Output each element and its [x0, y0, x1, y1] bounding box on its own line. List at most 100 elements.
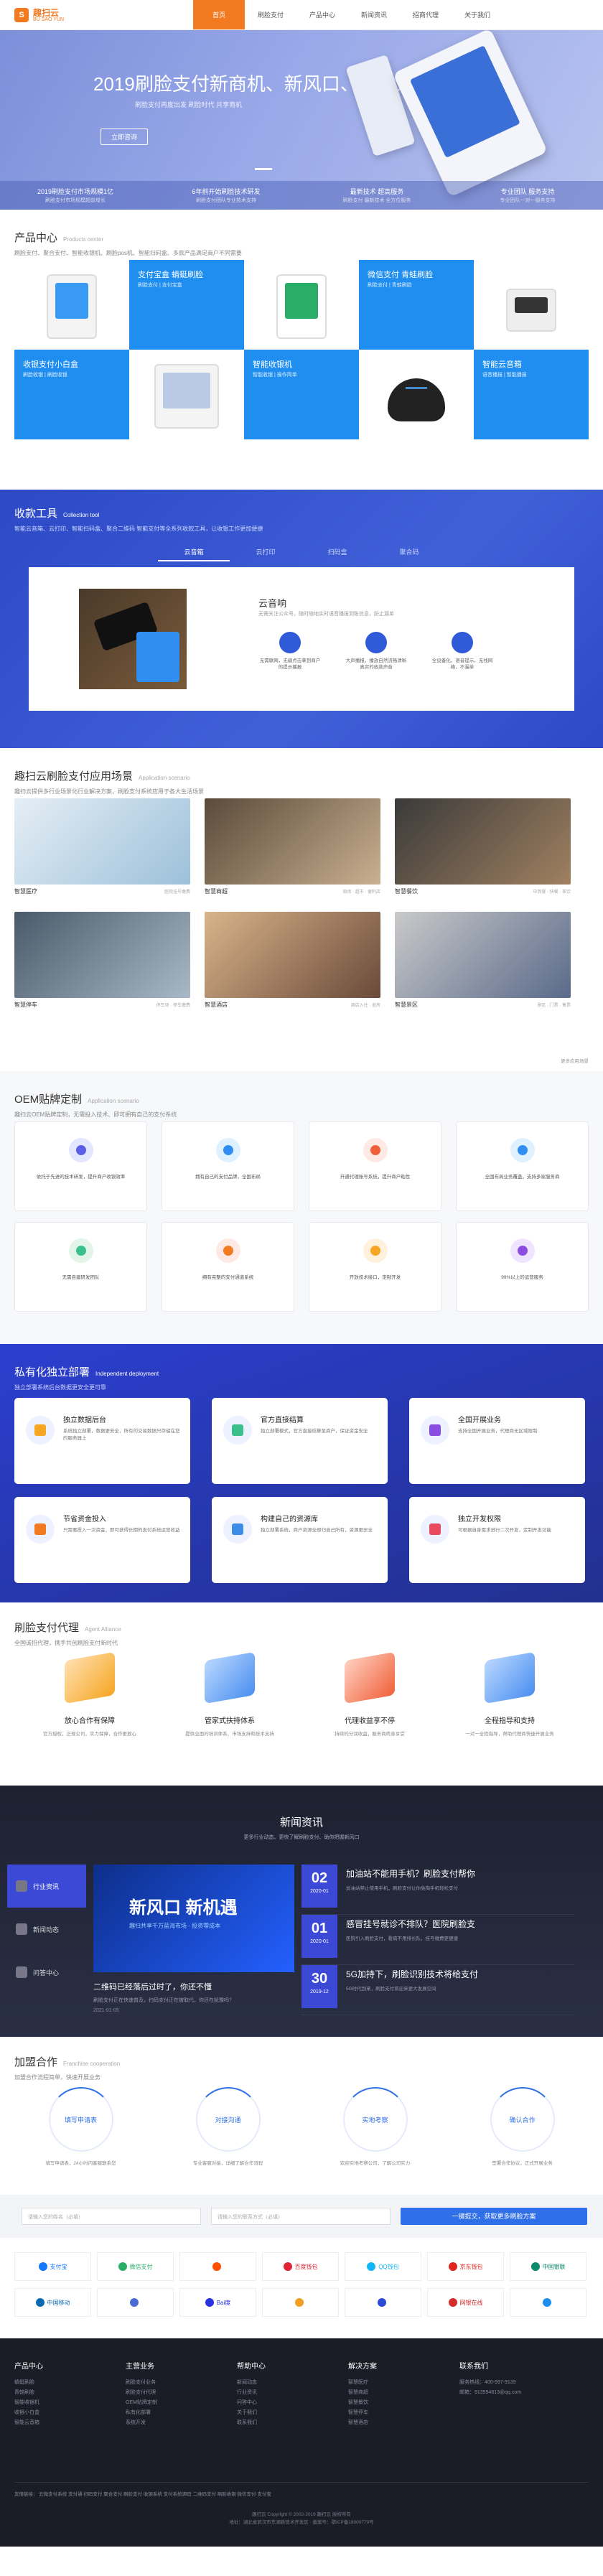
footer-link[interactable]: 收银小白盒: [14, 2408, 126, 2418]
lead-form: 请输入您的姓名（必填） 请输入您的联系方式（必填） 一键提交，获取更多刷脸方案: [0, 2195, 603, 2238]
footer-link[interactable]: OEM贴牌定制: [126, 2398, 237, 2408]
section-desc: 独立部署系统后台数据更安全更可靠: [14, 1384, 106, 1391]
tool-feature: 大声播报，播放自然流畅清晰真实的收款声音: [345, 632, 408, 671]
product-card[interactable]: [129, 350, 244, 439]
section-desc: 刷脸支付、聚合支付、智能收银机、刷脸pos机、智能扫码盒、多款产品满足商户不同需…: [14, 250, 242, 256]
section-title-en: Application scenario: [139, 775, 190, 781]
footer-link[interactable]: 蜻蜓刷脸: [14, 2378, 126, 2388]
footer-link[interactable]: 私有化部署: [126, 2408, 237, 2418]
agent-card: 全程指导和支持 一对一全程指导，帮助代理商快速开展业务: [449, 1651, 571, 1768]
footer-link[interactable]: 智慧餐饮: [348, 2398, 459, 2408]
footer-link[interactable]: 行业资讯: [237, 2388, 348, 2398]
tab-aggregate-code[interactable]: 聚合码: [373, 547, 445, 561]
system-icon: [169, 1651, 291, 1710]
footer-link[interactable]: 刷脸支付业务: [126, 2378, 237, 2388]
nav-home[interactable]: 首页: [193, 0, 246, 29]
featured-news-image: 新风口 新机遇 趣扫共享千万蓝海市场 · 投资零成本: [93, 1865, 294, 1972]
news-icon: [16, 1923, 27, 1935]
phone-input[interactable]: 请输入您的联系方式（必填）: [211, 2208, 391, 2225]
hero-subtitle: 刷脸支付再度出发 刷脸时代 共享商机: [135, 101, 243, 108]
rocket-icon: [279, 632, 301, 653]
footer-link[interactable]: 智能收银机: [14, 2398, 126, 2408]
partner-icon: [530, 2262, 540, 2271]
tab-cloud-speaker[interactable]: 云音箱: [158, 547, 230, 561]
nav-news[interactable]: 新闻资讯: [348, 0, 400, 29]
tool-card-title: 云音响: [258, 598, 287, 609]
featured-news-title[interactable]: 二维码已经落后过时了，你还不懂: [93, 1981, 294, 1992]
nav-face-pay[interactable]: 刷脸支付: [245, 0, 296, 29]
section-title-en: Collection tool: [63, 512, 100, 518]
deploy-grid: 独立数据后台 系统独立部署，数据更安全，所有的交易数据只存储在您的服务器上 官方直…: [14, 1398, 585, 1583]
scene-card[interactable]: 智慧餐饮 中西餐 · 快餐 · 茶饮: [395, 798, 571, 899]
nav-agent[interactable]: 招商代理: [400, 0, 452, 29]
footer-column: 主营业务 刷脸支付业务 刷脸支付代理 OEM贴牌定制 私有化部署 系统开发: [126, 2360, 237, 2428]
main-nav: 首页 刷脸支付 产品中心 新闻资讯 招商代理 关于我们: [193, 0, 503, 29]
featured-news[interactable]: 新风口 新机遇 趣扫共享千万蓝海市场 · 投资零成本 二维码已经落后过时了，你还不…: [93, 1865, 294, 2019]
logo-sub: BU SAO YUN: [33, 17, 65, 22]
tab-company-news[interactable]: 新闻动态: [7, 1908, 86, 1951]
scene-card[interactable]: 智慧医疗 医院挂号缴费: [14, 798, 190, 899]
coin-icon: [26, 1515, 55, 1544]
scene-card[interactable]: 智慧停车 停车场 · 停车缴费: [14, 912, 190, 1012]
news-item[interactable]: 02 2020-01 加油站不能用手机？刷脸支付帮你 加油站禁止使用手机，刷脸支付让你…: [302, 1865, 574, 1915]
news-tabs: 行业资讯 新闻动态 问答中心: [7, 1865, 86, 1994]
feature-icon: [69, 1238, 93, 1263]
partner-logo: 微信支付: [97, 2252, 174, 2281]
friend-links[interactable]: 友情链接： 云微支付系统 支付通 扫码支付 聚合支付 刷脸支付 收银系统 支付系…: [14, 2482, 589, 2497]
name-input[interactable]: 请输入您的姓名（必填）: [22, 2208, 201, 2225]
logo-name: 趣扫云: [33, 7, 60, 18]
footer-link[interactable]: 新闻动态: [237, 2378, 348, 2388]
nav-about[interactable]: 关于我们: [452, 0, 503, 29]
footer-link[interactable]: 关于我们: [237, 2408, 348, 2418]
footer-link[interactable]: 智慧商超: [348, 2388, 459, 2398]
logo[interactable]: S 趣扫云 BU SAO YUN: [14, 8, 64, 22]
product-card[interactable]: 支付宝盒 蜻蜓刷脸 刷脸支付 | 支付宝盒: [129, 260, 244, 350]
more-scenes-link[interactable]: 更多应用场景: [561, 1057, 589, 1064]
footer-link[interactable]: 智慧医疗: [348, 2378, 459, 2388]
footer-link[interactable]: 智慧酒店: [348, 2418, 459, 2428]
footer-link[interactable]: 刷脸支付代理: [126, 2388, 237, 2398]
scene-card[interactable]: 智慧商超 商场 · 超市 · 便利店: [205, 798, 380, 899]
footer-link[interactable]: 青蛙刷脸: [14, 2388, 126, 2398]
feature-icon: [216, 1238, 240, 1263]
product-card[interactable]: 微信支付 青蛙刷脸 刷脸支付 | 青蛙刷脸: [359, 260, 474, 350]
hero-consult-button[interactable]: 立即咨询: [100, 129, 149, 145]
oem-card: 99%以上的运营服务: [456, 1222, 589, 1312]
partner-icon: [129, 2298, 139, 2307]
nav-products[interactable]: 产品中心: [296, 0, 348, 29]
footer-link[interactable]: 系统开发: [126, 2418, 237, 2428]
tab-cloud-print[interactable]: 云打印: [230, 547, 302, 561]
footer-link[interactable]: 邮箱：913994813@qq.com: [459, 2388, 571, 2398]
product-card[interactable]: [359, 350, 474, 439]
product-card[interactable]: [474, 260, 589, 350]
tab-industry-news[interactable]: 行业资讯: [7, 1865, 86, 1908]
footer-link[interactable]: 智能云音箱: [14, 2418, 126, 2428]
agent-card: 放心合作有保障 官方授权，正规公司，实力保障，合作更放心: [29, 1651, 151, 1768]
partner-logo: 支付宝: [14, 2252, 91, 2281]
product-card[interactable]: 智能收银机 智能收银 | 操作简单: [244, 350, 359, 439]
section-desc: 趣扫云提供多行业场景化行业解决方案，刷脸支付系统应用于各大生活场景: [14, 788, 204, 795]
scene-card[interactable]: 智慧景区 景区 · 门票 · 售票: [395, 912, 571, 1012]
product-card[interactable]: [244, 260, 359, 350]
hero-banner: 2019刷脸支付新商机、新风口、新机遇 刷脸支付再度出发 刷脸时代 共享商机 立…: [0, 30, 603, 210]
footer-link[interactable]: 问答中心: [237, 2398, 348, 2408]
footer-link[interactable]: 联系我们: [237, 2418, 348, 2428]
carousel-indicator[interactable]: [255, 168, 272, 170]
product-card[interactable]: 智能云音箱 语音播报 | 智能播报: [474, 350, 589, 439]
news-item[interactable]: 01 2020-01 感冒挂号就诊不排队？医院刷脸支 医院引入刷脸支付，看病不用排长队…: [302, 1915, 574, 1965]
tab-qa[interactable]: 问答中心: [7, 1951, 86, 1994]
footer-link[interactable]: 服务热线：400-997-9139: [459, 2378, 571, 2388]
news-item[interactable]: 30 2019-12 5G加持下，刷脸识别技术将给支付 5G时代到来，刷脸支付将迎来更…: [302, 1965, 574, 2015]
tab-scan-box[interactable]: 扫码盒: [302, 547, 373, 561]
footer-column: 产品中心 蜻蜓刷脸 青蛙刷脸 智能收银机 收银小白盒 智能云音箱: [14, 2360, 126, 2428]
submit-button[interactable]: 一键提交，获取更多刷脸方案: [401, 2208, 587, 2225]
scenes-section: 趣扫云刷脸支付应用场景 Application scenario 趣扫云提供多行业…: [0, 748, 603, 1071]
product-card[interactable]: [14, 260, 129, 350]
footer-link[interactable]: 智慧停车: [348, 2408, 459, 2418]
site-footer: 产品中心 蜻蜓刷脸 青蛙刷脸 智能收银机 收银小白盒 智能云音箱 主营业务 刷脸支付业务 刷脸支…: [0, 2338, 603, 2547]
product-card[interactable]: 收银支付小白盒 刷脸收银 | 刷脸收银: [14, 350, 129, 439]
deploy-section: 私有化独立部署 Independent deployment 独立部署系统后台数据…: [0, 1344, 603, 1602]
section-desc: 趣扫云OEM贴牌定制，无需投入技术、即可拥有自己的支付系统: [14, 1111, 177, 1118]
news-icon: [16, 1880, 27, 1892]
scene-card[interactable]: 智慧酒店 酒店入住 · 退房: [205, 912, 380, 1012]
